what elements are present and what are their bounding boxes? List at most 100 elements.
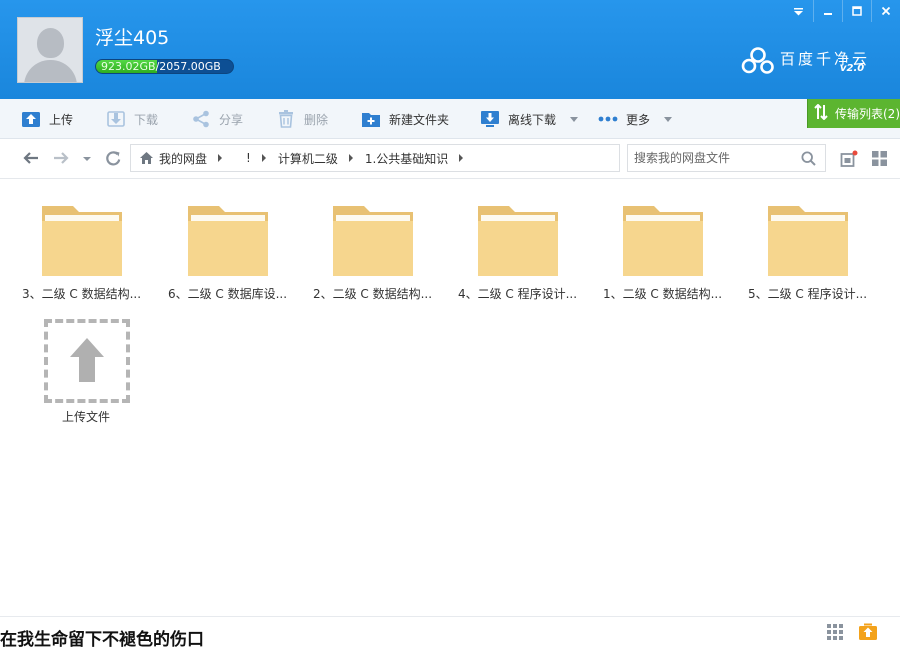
offline-download-button[interactable]: 离线下载: [480, 99, 579, 139]
cloud-logo-icon: [741, 47, 774, 74]
breadcrumb-item-computer-level2[interactable]: 计算机二级: [278, 150, 365, 167]
new-folder-label: 新建文件夹: [389, 112, 450, 127]
delete-label: 删除: [304, 112, 329, 127]
chevron-right-icon: [459, 154, 464, 162]
upload-icon: [21, 109, 41, 129]
brand-version: v2.0: [840, 63, 865, 74]
chevron-down-icon[interactable]: [664, 116, 673, 122]
breadcrumb-item-exclamation[interactable]: !: [234, 151, 278, 165]
folder-name: 5、二级 C 程序设计...: [747, 287, 868, 301]
download-button[interactable]: 下载: [106, 99, 158, 139]
chevron-down-icon: [83, 157, 91, 161]
folder-item[interactable]: 6、二级 C 数据库设...: [160, 180, 295, 301]
window-controls: [784, 0, 900, 22]
history-dropdown-button[interactable]: [78, 150, 96, 168]
upload-arrow-icon: [70, 338, 104, 382]
more-label: 更多: [626, 112, 651, 127]
folder-item[interactable]: 1、二级 C 数据结构...: [595, 180, 730, 301]
thumbnail-view-icon: [840, 150, 858, 167]
header-bar: 浮尘405 923.02GB/2057.00GB 百度千净云 v2.0: [0, 0, 900, 99]
home-icon[interactable]: [139, 151, 154, 165]
status-icons: [826, 623, 878, 644]
folder-icon: [477, 202, 559, 279]
refresh-icon: [105, 151, 120, 166]
folder-icon: [41, 202, 123, 279]
share-icon: [191, 109, 211, 129]
chevron-down-icon[interactable]: [570, 116, 579, 122]
new-folder-button[interactable]: 新建文件夹: [361, 99, 449, 139]
avatar-head-icon: [37, 28, 64, 58]
refresh-button[interactable]: [104, 150, 122, 168]
folder-icon: [622, 202, 704, 279]
breadcrumb-label: !: [246, 151, 251, 165]
folder-name: 6、二级 C 数据库设...: [167, 287, 288, 301]
status-bar: 在我生命留下不褪色的伤口: [0, 616, 900, 650]
grid-view-icon: [872, 151, 887, 166]
offline-download-icon: [480, 109, 500, 129]
delete-button[interactable]: 删除: [276, 99, 328, 139]
arrow-right-icon: [54, 152, 69, 164]
chevron-right-icon: [218, 154, 223, 162]
arrow-left-icon: [23, 152, 38, 164]
share-button[interactable]: 分享: [191, 99, 243, 139]
quota-total: /2057.00GB: [155, 60, 221, 73]
maximize-button[interactable]: [842, 0, 871, 22]
transfer-arrows-icon: [814, 103, 828, 123]
folder-item[interactable]: 2、二级 C 数据结构...: [305, 180, 440, 301]
upload-label: 上传: [49, 112, 74, 127]
breadcrumb-item-my-drive[interactable]: 我的网盘: [159, 150, 234, 167]
menu-dropdown-button[interactable]: [784, 0, 813, 22]
search-icon[interactable]: [801, 151, 816, 169]
folder-icon: [332, 202, 414, 279]
chevron-right-icon: [348, 154, 353, 162]
upload-file-tile[interactable]: [44, 319, 130, 403]
close-button[interactable]: [871, 0, 900, 22]
share-label: 分享: [219, 112, 244, 127]
breadcrumb-label: 1.公共基础知识: [364, 151, 449, 166]
transfer-list-label: 传输列表(2): [835, 107, 900, 121]
more-button[interactable]: 更多: [598, 99, 673, 139]
folder-item[interactable]: 5、二级 C 程序设计...: [740, 180, 875, 301]
transfer-list-button[interactable]: 传输列表(2): [807, 99, 900, 128]
breadcrumb-label: 我的网盘: [159, 151, 208, 166]
new-folder-icon: [361, 109, 381, 129]
grid-icon[interactable]: [826, 623, 844, 644]
folder-icon: [767, 202, 849, 279]
breadcrumb-label: 计算机二级: [277, 151, 338, 166]
grid-view-button[interactable]: [871, 150, 888, 170]
folder-name: 4、二级 C 程序设计...: [457, 287, 578, 301]
navigation-bar: 我的网盘 ! 计算机二级 1.公共基础知识: [0, 139, 900, 179]
more-dots-icon: [598, 109, 618, 129]
folder-name: 3、二级 C 数据结构...: [21, 287, 142, 301]
status-text: 在我生命留下不褪色的伤口: [0, 630, 204, 650]
folder-icon: [187, 202, 269, 279]
avatar[interactable]: [17, 17, 83, 83]
upload-button[interactable]: 上传: [21, 99, 73, 139]
avatar-body-icon: [24, 60, 77, 82]
trash-icon: [276, 109, 296, 129]
breadcrumb: 我的网盘 ! 计算机二级 1.公共基础知识: [130, 144, 620, 172]
folder-item[interactable]: 4、二级 C 程序设计...: [450, 180, 585, 301]
brand-logo: 百度千净云 v2.0: [741, 44, 871, 78]
quota-bar: 923.02GB/2057.00GB: [95, 59, 234, 74]
quota-used: 923.02GB: [101, 60, 156, 73]
forward-button[interactable]: [52, 150, 70, 168]
upload-file-label: 上传文件: [61, 410, 110, 424]
search-box: [627, 144, 826, 172]
thumbnail-view-button[interactable]: [840, 150, 858, 171]
upload-status-icon[interactable]: [858, 623, 878, 644]
minimize-button[interactable]: [813, 0, 842, 22]
file-list: 3、二级 C 数据结构... 6、二级 C 数据库设... 2、二级 C 数据结…: [0, 180, 900, 616]
download-icon: [106, 109, 126, 129]
folder-name: 2、二级 C 数据结构...: [312, 287, 433, 301]
toolbar: 上传 下载 分享 删除 新建文件夹 离线下载 更多: [0, 99, 900, 139]
folder-name: 1、二级 C 数据结构...: [602, 287, 723, 301]
chevron-right-icon: [261, 154, 266, 162]
offline-download-label: 离线下载: [508, 112, 557, 127]
folder-item[interactable]: 3、二级 C 数据结构...: [14, 180, 149, 301]
breadcrumb-item-public-basics[interactable]: 1.公共基础知识: [365, 150, 475, 167]
download-label: 下载: [134, 112, 159, 127]
back-button[interactable]: [22, 150, 40, 168]
search-input[interactable]: [634, 150, 794, 166]
user-name[interactable]: 浮尘405: [95, 27, 169, 49]
